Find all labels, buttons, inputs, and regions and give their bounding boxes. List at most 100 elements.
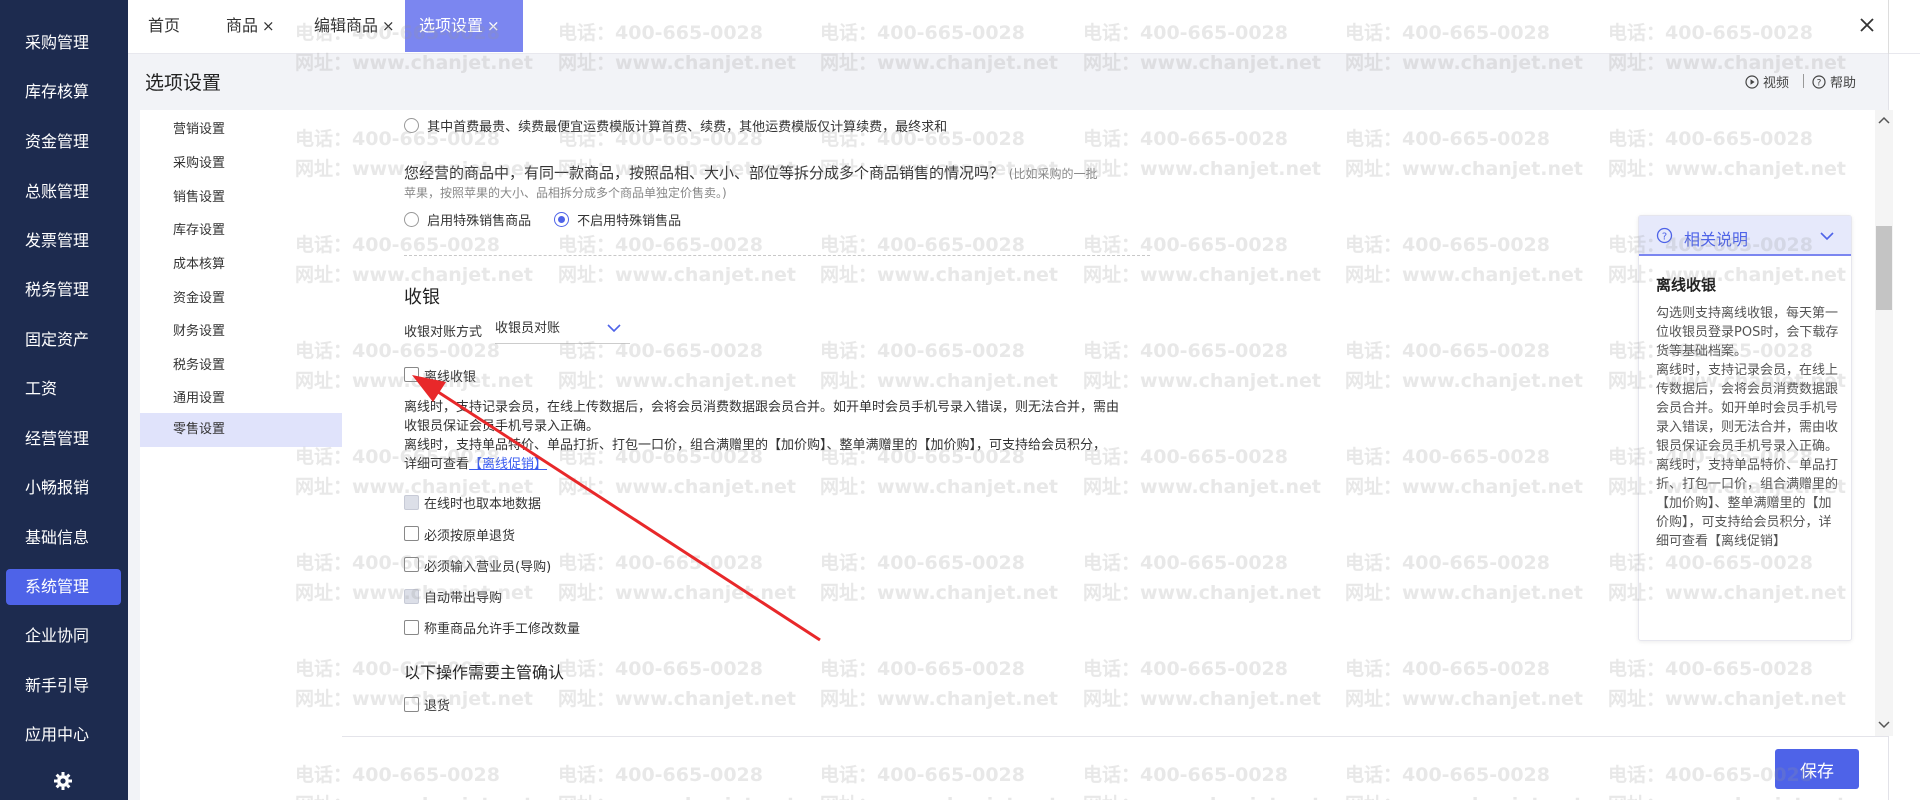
offline-desc-line: 离线时，支持单品特价、单品打折、打包一口价，组合满赠里的【加价购】、整单满赠里的… [404, 438, 1107, 453]
checkbox-salesperson[interactable] [404, 557, 419, 572]
play-icon [1745, 74, 1759, 89]
tab-label: 编辑商品 [314, 16, 379, 35]
sidebar-item[interactable]: 小畅报销 [6, 470, 121, 506]
question-hint-cont: 苹果，按照苹果的大小、品相拆分成多个商品单独定价售卖。) [404, 186, 727, 200]
sidebar-item[interactable]: 资金管理 [6, 124, 121, 160]
tab-home[interactable]: 首页 [134, 0, 194, 52]
checkbox-weight-edit[interactable] [404, 620, 419, 635]
svg-text:?: ? [1817, 78, 1822, 88]
sidebar-item[interactable]: 系统管理 [6, 569, 121, 605]
scrollbar-thumb[interactable] [1876, 226, 1892, 310]
subnav-item-retail[interactable]: 零售设置 [140, 413, 342, 447]
supervisor-section-title: 以下操作需要主管确认 [404, 663, 565, 682]
checkbox-label: 自动带出导购 [424, 591, 503, 606]
sidebar-item[interactable]: 总账管理 [6, 174, 121, 210]
help-panel-subtitle: 离线收银 [1656, 276, 1717, 294]
checkbox-return[interactable] [404, 697, 419, 712]
radio-button[interactable] [404, 212, 419, 227]
help-paragraph: 离线时，支持单品特价、单品打折、打包一口价，组合满赠里的【加价购】、整单满赠里的… [1656, 458, 1839, 549]
split-question: 您经营的商品中，有同一款商品，按照品相、大小、部位等拆分成多个商品销售的情况吗？… [404, 162, 1097, 183]
sidebar-item[interactable]: 固定资产 [6, 322, 121, 358]
video-link[interactable]: 视频 [1745, 72, 1789, 91]
subnav-item-purchase[interactable]: 采购设置 [140, 147, 342, 181]
radio-button[interactable] [404, 118, 419, 133]
radio-button-selected[interactable] [554, 212, 569, 227]
help-paragraph: 勾选则支持离线收银，每天第一位收银员登录POS时，会下载存货等基础档案。 [1656, 306, 1839, 359]
tab-options[interactable]: 选项设置 × [405, 0, 523, 52]
checkbox-label: 必须输入营业员(导购) [424, 560, 552, 575]
page-title: 选项设置 [145, 72, 222, 94]
scrollbar-track[interactable] [1875, 110, 1893, 736]
sidebar-item[interactable]: 基础信息 [6, 520, 121, 556]
tab-label: 商品 [226, 16, 259, 35]
settings-subnav: 营销设置 采购设置 销售设置 库存设置 成本核算 资金设置 财务设置 税务设置 … [140, 110, 342, 800]
reconcile-value: 收银员对账 [495, 321, 561, 336]
main-sidebar: 采购管理库存核算资金管理总账管理发票管理税务管理固定资产工资经营管理小畅报销基础… [0, 0, 128, 800]
gear-icon[interactable] [52, 770, 74, 792]
tab-close-icon[interactable]: × [262, 17, 275, 35]
question-icon: ? [1656, 227, 1673, 244]
chevron-down-icon [607, 324, 621, 333]
offline-desc-line: 详细可查看【离线促销】 [404, 455, 547, 474]
subnav-item-finance[interactable]: 财务设置 [140, 315, 342, 349]
offline-desc-line: 离线时，支持记录会员，在线上传数据后，会将会员消费数据跟会员合并。如开单时会员手… [404, 400, 1120, 415]
subnav-item-sales[interactable]: 销售设置 [140, 181, 342, 215]
help-panel: ? 相关说明 离线收银 勾选则支持离线收银，每天第一位收银员登录POS时，会下载… [1638, 215, 1852, 641]
tab-edit-goods[interactable]: 编辑商品 × [300, 0, 409, 52]
question-hint: (比如采购的一批 [1008, 167, 1098, 181]
radio-label: 不启用特殊销售品 [577, 214, 682, 229]
footer-bar [342, 736, 1888, 800]
sidebar-item[interactable]: 发票管理 [6, 223, 121, 259]
radio-label: 启用特殊销售商品 [427, 214, 532, 229]
offline-cashier-checkbox[interactable] [404, 367, 419, 382]
split-option-disable[interactable]: 不启用特殊销售品 [554, 210, 681, 229]
question-icon: ? [1812, 74, 1826, 89]
help-panel-body: 勾选则支持离线收银，每天第一位收银员登录POS时，会下载存货等基础档案。 离线时，… [1656, 304, 1841, 551]
video-label: 视频 [1763, 76, 1790, 91]
subnav-item-funds[interactable]: 资金设置 [140, 282, 342, 316]
offline-cashier-label: 离线收银 [424, 370, 477, 385]
reconcile-select[interactable]: 收银员对账 [495, 314, 630, 344]
subnav-item-costing[interactable]: 成本核算 [140, 248, 342, 282]
chevron-down-icon[interactable] [1819, 228, 1835, 244]
reconcile-label: 收银对账方式 [404, 325, 483, 340]
question-text: 您经营的商品中，有同一款商品，按照品相、大小、部位等拆分成多个商品销售的情况吗？ [404, 164, 1005, 182]
close-icon[interactable] [1856, 14, 1878, 36]
subnav-item-inventory[interactable]: 库存设置 [140, 214, 342, 248]
section-divider [404, 255, 1150, 256]
offline-promo-link[interactable]: 【离线促销】 [469, 457, 547, 472]
checkbox-local-data[interactable] [404, 495, 419, 510]
sidebar-item[interactable]: 企业协同 [6, 618, 121, 654]
desc-prefix: 详细可查看 [404, 457, 470, 472]
scroll-down-icon[interactable] [1878, 720, 1890, 730]
checkbox-original-return[interactable] [404, 526, 419, 541]
checkbox-auto-guide[interactable] [404, 589, 419, 604]
sidebar-item[interactable]: 经营管理 [6, 421, 121, 457]
help-link[interactable]: ? 帮助 [1812, 72, 1856, 91]
sidebar-item[interactable]: 库存核算 [6, 74, 121, 110]
split-option-enable[interactable]: 启用特殊销售商品 [404, 210, 531, 229]
checkbox-label: 必须按原单退货 [424, 529, 516, 544]
tab-goods[interactable]: 商品 × [212, 0, 289, 52]
tab-bar: 首页 商品 × 编辑商品 × 选项设置 × [128, 0, 1920, 54]
scroll-up-icon[interactable] [1878, 115, 1890, 125]
sidebar-item[interactable]: 税务管理 [6, 272, 121, 308]
save-button[interactable]: 保存 [1775, 749, 1859, 789]
sidebar-item[interactable]: 采购管理 [6, 25, 121, 61]
divider [1888, 0, 1889, 54]
subnav-item-tax[interactable]: 税务设置 [140, 349, 342, 383]
help-paragraph: 离线时，支持记录会员，在线上传数据后，会将会员消费数据跟会员合并。如开单时会员手… [1656, 363, 1839, 454]
sidebar-item[interactable]: 应用中心 [6, 717, 121, 753]
tab-close-icon[interactable]: × [487, 17, 500, 35]
tab-label: 首页 [148, 16, 181, 35]
sidebar-item[interactable]: 工资 [6, 371, 121, 407]
subnav-item-general[interactable]: 通用设置 [140, 382, 342, 416]
help-panel-header[interactable]: ? 相关说明 [1639, 216, 1851, 256]
checkbox-label: 退货 [424, 699, 451, 714]
tab-close-icon[interactable]: × [382, 17, 395, 35]
subnav-item-marketing[interactable]: 营销设置 [140, 113, 342, 147]
app-window: 采购管理库存核算资金管理总账管理发票管理税务管理固定资产工资经营管理小畅报销基础… [0, 0, 1920, 800]
sidebar-item[interactable]: 新手引导 [6, 668, 121, 704]
freight-option[interactable]: 其中首费最贵、续费最便宜运费模版计算首费、续费，其他运费模版仅计算续费，最终求和 [404, 116, 947, 135]
offline-desc-line: 收银员保证会员手机号录入正确。 [404, 419, 600, 434]
